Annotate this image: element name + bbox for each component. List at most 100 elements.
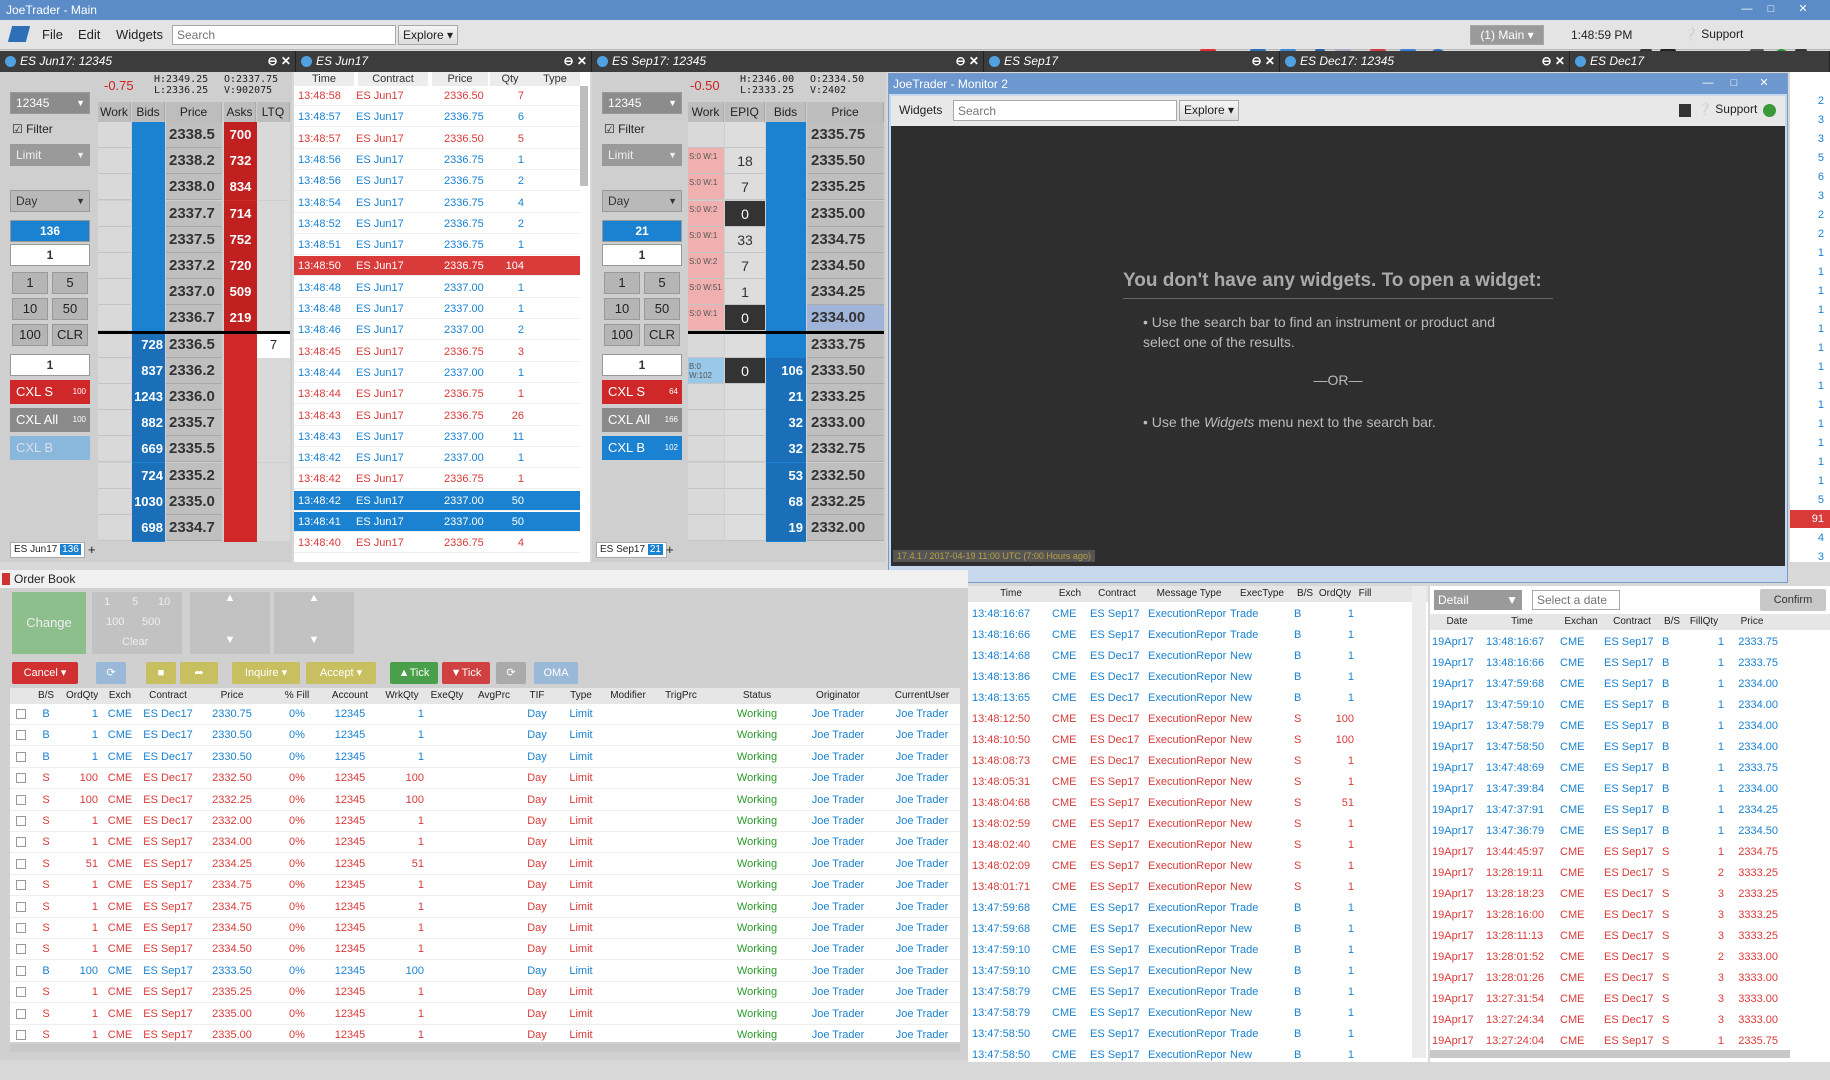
up-arrow-icon[interactable]: ▲ — [190, 592, 270, 604]
bid-cell[interactable]: 53 — [766, 462, 806, 489]
work-cell[interactable] — [98, 200, 131, 227]
fill-row[interactable]: 19Apr17 13:28:19:11 CME ES Dec17 S 2 3333.25 — [1430, 863, 1790, 884]
bid-cell[interactable]: 669 — [132, 436, 165, 463]
bid-cell[interactable] — [766, 122, 806, 148]
price-cell[interactable]: 2333.75 — [807, 331, 884, 358]
price-cell[interactable]: 2332.00 — [807, 515, 884, 541]
bid-cell[interactable] — [766, 332, 806, 358]
ts-row[interactable]: 13:48:44 ES Jun17 2336.75 1 — [294, 384, 580, 405]
save-icon[interactable] — [1679, 104, 1691, 117]
ts-row[interactable]: 13:48:57 ES Jun17 2336.75 6 — [294, 107, 580, 128]
audit-row[interactable]: 13:48:16:67 CME ES Sep17 ExecutionRepor Trad… — [968, 604, 1408, 625]
cancel-all-button[interactable]: CXL All 100 — [10, 408, 90, 432]
confirm-button[interactable]: Confirm — [1760, 589, 1826, 611]
qty-5-button[interactable]: 5 — [52, 272, 88, 294]
bid-cell[interactable] — [132, 227, 165, 253]
work-cell[interactable] — [98, 357, 131, 384]
price-cell[interactable]: 2334.00 — [807, 305, 884, 332]
fill-row[interactable]: 19Apr17 13:48:16:67 CME ES Sep17 B 1 2333.75 — [1430, 632, 1790, 653]
work-cell[interactable] — [98, 515, 131, 541]
work-cell[interactable] — [688, 410, 724, 437]
price-cell[interactable]: 2336.0 — [166, 384, 222, 410]
audit-row[interactable]: 13:48:02:09 CME ES Sep17 ExecutionRepor New S… — [968, 856, 1408, 877]
ask-cell[interactable] — [224, 515, 257, 541]
close-icon[interactable]: ✕ — [1755, 76, 1773, 91]
ts-row[interactable]: 13:48:42 ES Jun17 2337.00 50 — [294, 490, 580, 511]
ask-cell[interactable] — [224, 410, 257, 436]
price-cell[interactable]: 2334.25 — [807, 279, 884, 306]
audit-row[interactable]: 13:48:04:68 CME ES Sep17 ExecutionRepor New S… — [968, 793, 1408, 814]
fill-row[interactable]: 19Apr17 13:47:59:10 CME ES Sep17 B 1 2334.00 — [1430, 695, 1790, 716]
pad-5[interactable]: 5 — [132, 596, 138, 608]
ts-row[interactable]: 13:48:44 ES Jun17 2337.00 1 — [294, 362, 580, 383]
work-cell[interactable]: S:0 W:1 — [688, 305, 724, 332]
bid-cell[interactable]: 19 — [766, 515, 806, 541]
price-cell[interactable]: 2336.7 — [166, 305, 222, 332]
tif-select[interactable]: Day ▼ — [602, 190, 682, 212]
bid-cell[interactable] — [766, 279, 806, 305]
price-cell[interactable]: 2335.2 — [166, 462, 222, 489]
ts-row[interactable]: 13:48:50 ES Jun17 2336.75 104 — [294, 256, 580, 277]
work-cell[interactable] — [98, 305, 131, 332]
ask-cell[interactable] — [224, 436, 257, 462]
order-row[interactable]: S 100 CME ES Dec17 2332.25 0% 12345 100 Day Limit… — [10, 790, 960, 811]
horizontal-scrollbar[interactable] — [10, 1044, 960, 1052]
account-select[interactable]: 12345 ▼ — [10, 92, 90, 114]
fill-row[interactable]: 19Apr17 13:44:45:97 CME ES Sep17 S 1 2334.75 — [1430, 842, 1790, 863]
price-adjust-1[interactable]: ▲ ▼ — [190, 592, 270, 654]
bid-cell[interactable] — [766, 305, 806, 331]
audit-row[interactable]: 13:48:10:50 CME ES Dec17 ExecutionRepor New S… — [968, 730, 1408, 751]
work-cell[interactable] — [98, 384, 131, 410]
tif-select[interactable]: Day ▼ — [10, 190, 90, 212]
fill-row[interactable]: 19Apr17 13:47:58:50 CME ES Sep17 B 1 2334.00 — [1430, 737, 1790, 758]
quantity-input-2[interactable]: 1 — [10, 354, 90, 376]
order-row[interactable]: S 51 CME ES Sep17 2334.25 0% 12345 51 Day Limit Wo… — [10, 854, 960, 875]
scrollbar[interactable] — [580, 86, 588, 186]
add-tab-icon[interactable]: + — [666, 542, 674, 557]
tab-es-sep17-ts[interactable]: ES Sep17 ⊖ ✕ — [984, 51, 1280, 72]
cancel-order-button[interactable]: Cancel ▾ — [12, 662, 78, 684]
add-tab-icon[interactable]: + — [88, 542, 96, 557]
work-cell[interactable] — [688, 488, 724, 515]
price-cell[interactable]: 2338.2 — [166, 148, 222, 175]
bid-cell[interactable]: 21 — [766, 384, 806, 410]
price-cell[interactable]: 2335.50 — [807, 148, 884, 175]
order-row[interactable]: S 1 CME ES Sep17 2335.00 0% 12345 1 Day Limit Work… — [10, 1004, 960, 1025]
row-checkbox[interactable] — [16, 880, 26, 891]
filter-checkbox[interactable]: ☑ Filter — [12, 122, 53, 136]
ts-row[interactable]: 13:48:51 ES Jun17 2336.75 1 — [294, 235, 580, 256]
tick-up-button[interactable]: ▲Tick — [390, 662, 438, 684]
ask-cell[interactable]: 732 — [224, 148, 257, 175]
order-row[interactable]: S 1 CME ES Sep17 2334.75 0% 12345 1 Day Limit Work… — [10, 897, 960, 918]
ts-row[interactable]: 13:48:46 ES Jun17 2337.00 2 — [294, 320, 580, 341]
ts-row[interactable]: 13:48:43 ES Jun17 2337.00 11 — [294, 426, 580, 447]
row-checkbox[interactable] — [16, 923, 26, 933]
tab-es-sep17-ladder[interactable]: ES Sep17: 12345 ⊖ ✕ — [592, 51, 984, 72]
ts-row[interactable]: 13:48:56 ES Jun17 2336.75 2 — [294, 171, 580, 192]
price-cell[interactable]: 2334.7 — [166, 515, 222, 541]
row-checkbox[interactable] — [16, 944, 26, 955]
work-cell[interactable] — [98, 279, 131, 306]
tab-es-jun17-ts[interactable]: ES Jun17 ⊖ ✕ — [296, 51, 592, 72]
price-cell[interactable]: 2332.25 — [807, 488, 884, 515]
work-cell[interactable]: B:0 W:102 — [688, 357, 724, 384]
ask-cell[interactable] — [224, 489, 257, 515]
work-cell[interactable] — [688, 331, 724, 358]
refresh-icon[interactable]: ⟳ — [96, 662, 126, 684]
bid-cell[interactable] — [766, 148, 806, 174]
bid-cell[interactable]: 882 — [132, 410, 165, 437]
price-cell[interactable]: 2337.7 — [166, 200, 222, 227]
bid-cell[interactable]: 1030 — [132, 488, 165, 515]
work-cell[interactable] — [98, 436, 131, 463]
cancel-buys-button[interactable]: CXL B 102 — [602, 436, 682, 460]
price-adjust-2[interactable]: ▲ ▼ — [274, 592, 354, 654]
quantity-input-2[interactable]: 1 — [602, 354, 682, 376]
price-cell[interactable]: 2335.7 — [166, 410, 222, 437]
minimize-icon[interactable]: — — [1699, 76, 1717, 91]
work-cell[interactable] — [98, 488, 131, 515]
support-link[interactable]: ❔ Support — [1683, 27, 1743, 41]
scrollbar[interactable] — [1412, 586, 1426, 1058]
ts-row[interactable]: 13:48:43 ES Jun17 2336.75 26 — [294, 405, 580, 426]
pad-1[interactable]: 1 — [104, 596, 110, 608]
price-cell[interactable]: 2332.75 — [807, 436, 884, 463]
